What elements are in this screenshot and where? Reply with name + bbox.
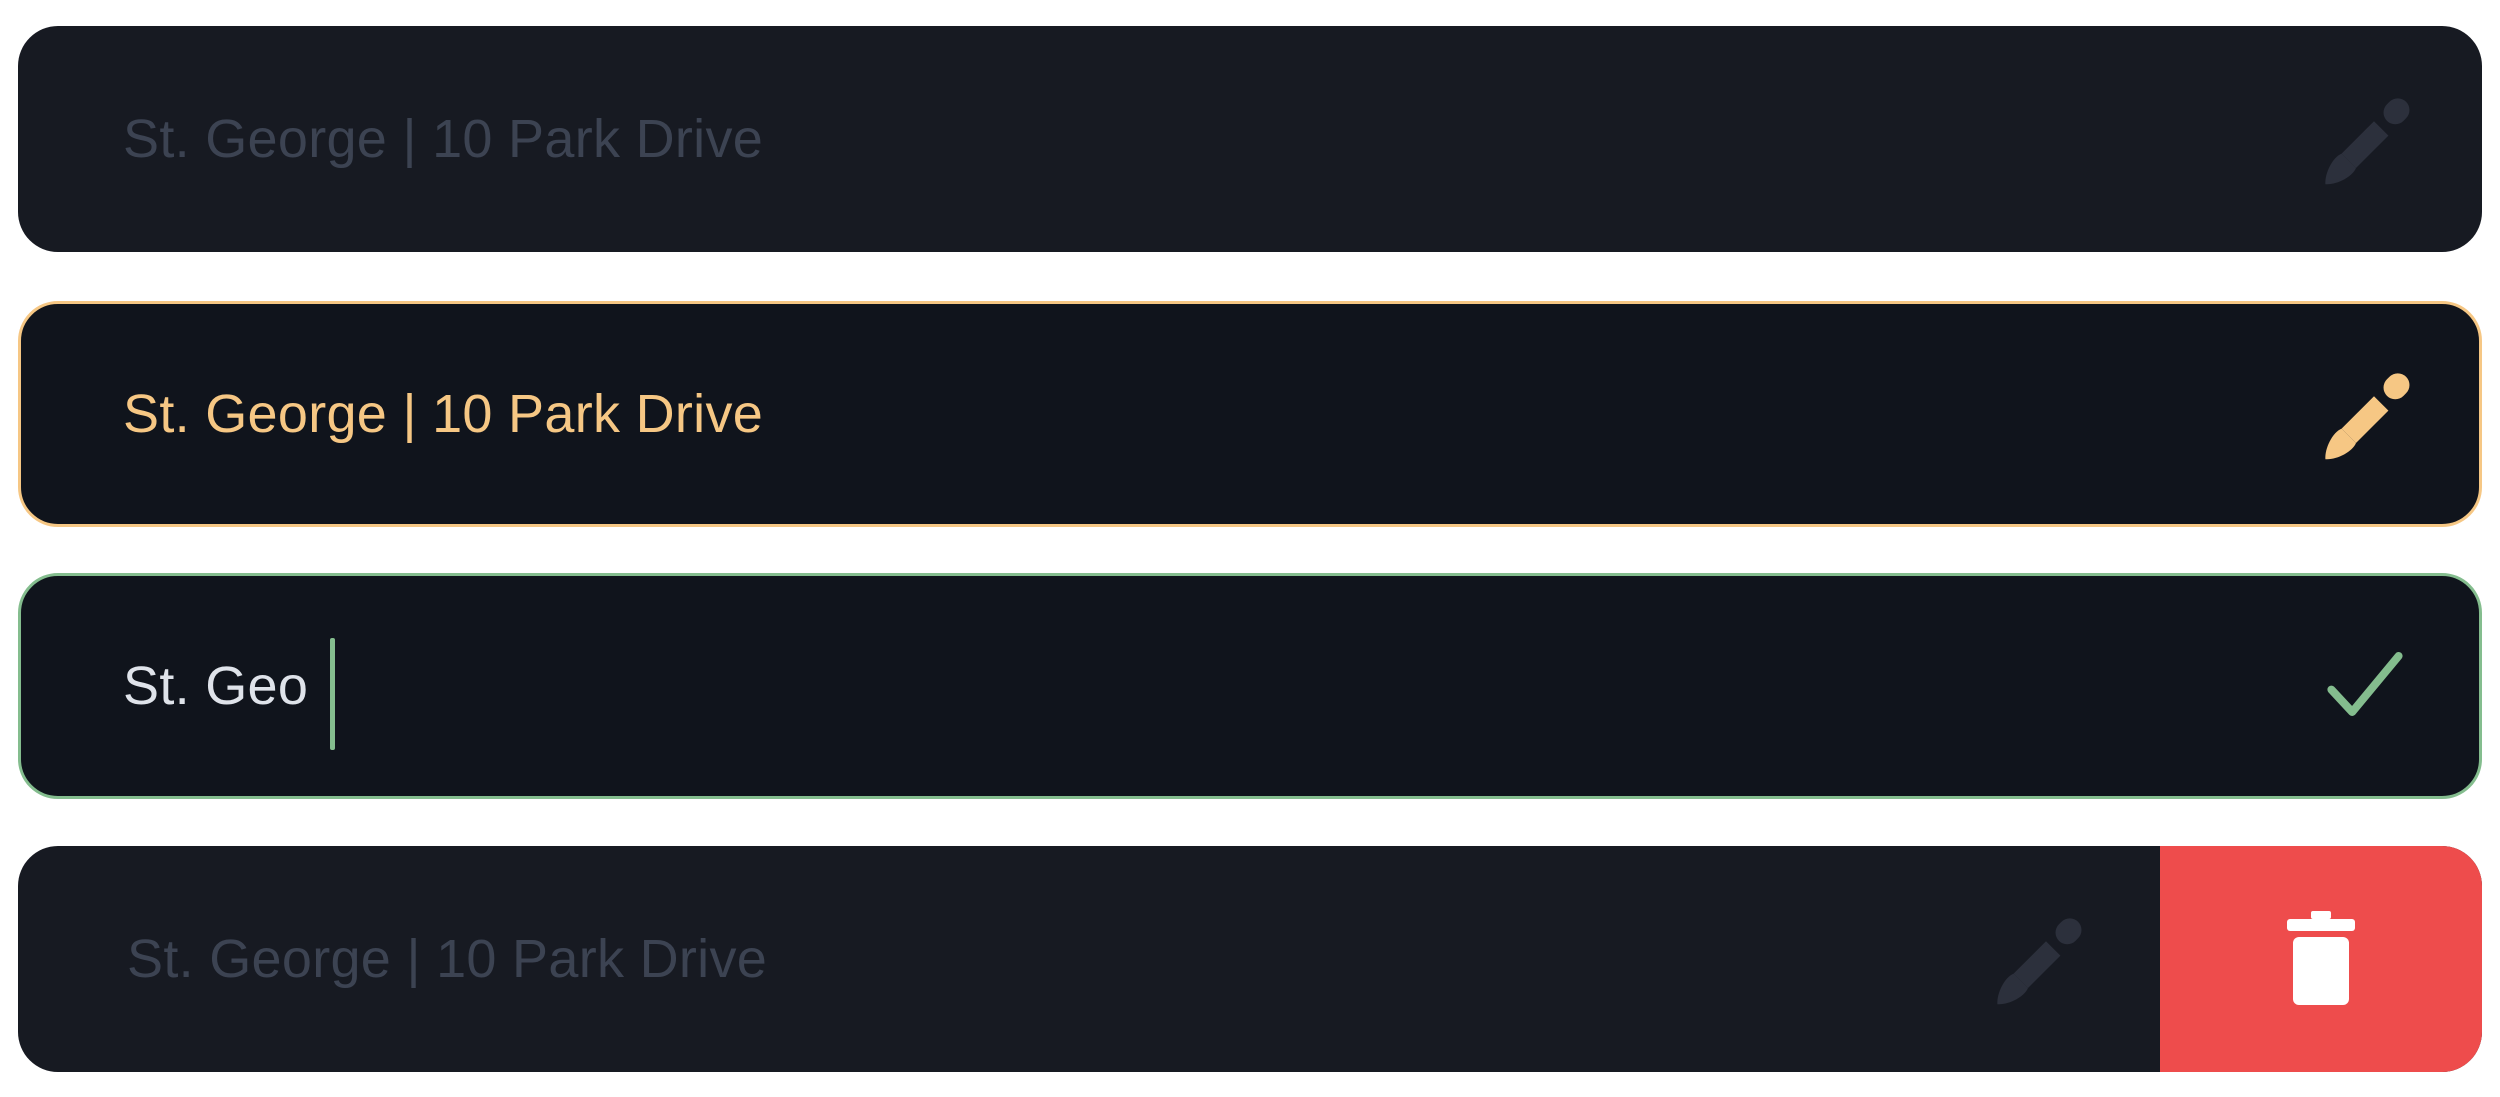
confirm-button[interactable] — [2310, 633, 2420, 743]
pencil-icon — [2325, 98, 2410, 185]
address-input-text[interactable]: St. Geo — [123, 576, 308, 796]
check-icon — [2327, 652, 2403, 716]
pencil-icon — [2325, 373, 2410, 460]
edit-button[interactable] — [2310, 361, 2420, 471]
address-text: St. George | 10 Park Drive — [123, 109, 764, 169]
address-field-default[interactable]: St. George | 10 Park Drive — [18, 26, 2482, 252]
pencil-icon — [1997, 918, 2082, 1005]
address-text: St. George | 10 Park Drive — [123, 384, 764, 444]
trash-icon — [2287, 911, 2355, 1005]
address-field-swiped[interactable]: St. George | 10 Park Drive — [18, 846, 2482, 1072]
edit-button[interactable] — [2310, 86, 2420, 196]
address-text: St. George | 10 Park Drive — [127, 929, 768, 989]
text-caret — [330, 638, 335, 750]
edit-button[interactable] — [1982, 906, 2092, 1016]
delete-button[interactable] — [2160, 846, 2482, 1072]
address-field-active[interactable]: St. George | 10 Park Drive — [18, 301, 2482, 527]
address-field-editing[interactable]: St. Geo — [18, 573, 2482, 799]
